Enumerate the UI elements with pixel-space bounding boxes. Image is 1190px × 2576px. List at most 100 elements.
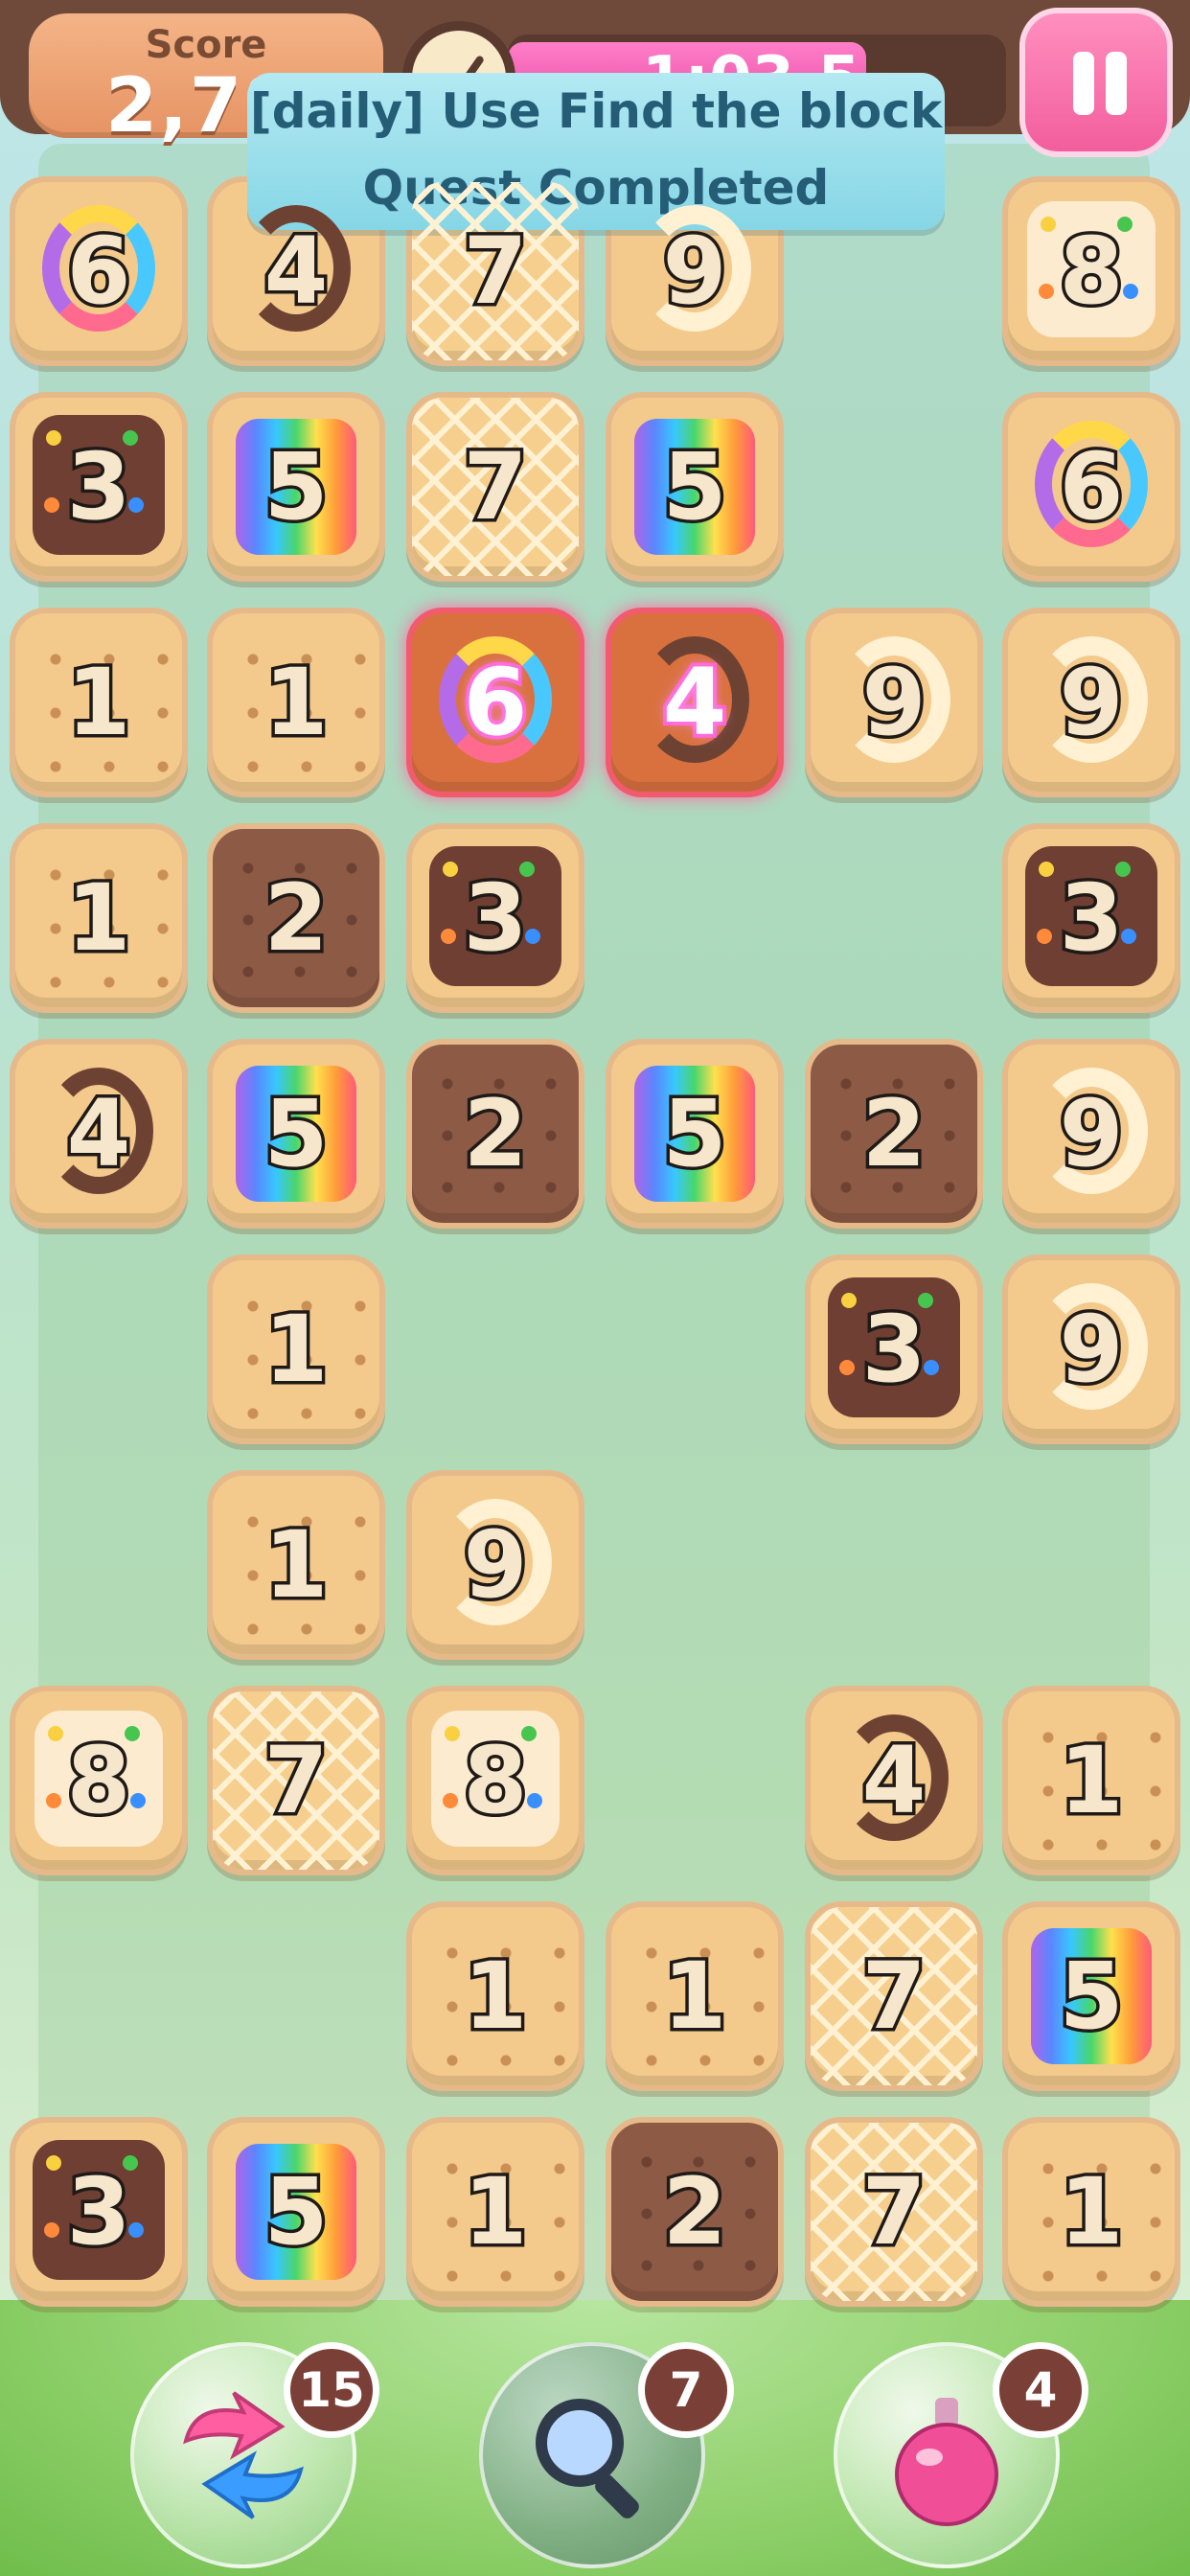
pause-icon-bar-left bbox=[1073, 52, 1094, 115]
tile-number: 1 bbox=[659, 1940, 730, 2054]
tile-number: 3 bbox=[460, 862, 531, 976]
tile-number: 7 bbox=[858, 2155, 929, 2269]
tile-swirl-cream[interactable]: 9 bbox=[1002, 608, 1180, 797]
tile-rainbow[interactable]: 5 bbox=[606, 392, 784, 582]
tile-choc[interactable]: 2 bbox=[406, 1039, 584, 1229]
pause-button[interactable] bbox=[1019, 8, 1173, 157]
tile-swirl-rainbow[interactable]: 6 bbox=[10, 176, 188, 366]
tile-waffle[interactable]: 7 bbox=[805, 2117, 983, 2307]
tile-number: 1 bbox=[261, 1508, 332, 1622]
tile-rainbow[interactable]: 5 bbox=[606, 1039, 784, 1229]
tile-number: 4 bbox=[261, 215, 332, 329]
tile-number: 1 bbox=[63, 646, 134, 760]
tile-number: 3 bbox=[63, 430, 134, 544]
tile-number: 7 bbox=[460, 430, 531, 544]
tile-cream[interactable]: 8 bbox=[1002, 176, 1180, 366]
tile-number: 9 bbox=[1056, 1293, 1127, 1407]
tile-number: 1 bbox=[261, 646, 332, 760]
tile-number: 8 bbox=[1056, 215, 1127, 329]
tile-rainbow[interactable]: 5 bbox=[1002, 1901, 1180, 2091]
tile-number: 9 bbox=[659, 215, 730, 329]
tile-cracker[interactable]: 1 bbox=[207, 608, 385, 797]
tile-swirl-cream[interactable]: 9 bbox=[406, 1470, 584, 1660]
tile-waffle[interactable]: 7 bbox=[207, 1686, 385, 1875]
tile-number: 7 bbox=[261, 1724, 332, 1838]
tile-cracker[interactable]: 1 bbox=[1002, 2117, 1180, 2307]
tile-rainbow[interactable]: 5 bbox=[207, 2117, 385, 2307]
game-board bbox=[38, 144, 1150, 2329]
tile-number: 4 bbox=[858, 1724, 929, 1838]
tile-number: 5 bbox=[261, 2155, 332, 2269]
tile-swirl-rainbow[interactable]: 6 bbox=[1002, 392, 1180, 582]
tile-choc[interactable]: 2 bbox=[606, 2117, 784, 2307]
tile-number: 1 bbox=[460, 1940, 531, 2054]
tile-rainbow[interactable]: 5 bbox=[207, 392, 385, 582]
tile-rainbow[interactable]: 5 bbox=[207, 1039, 385, 1229]
tile-choc[interactable]: 2 bbox=[805, 1039, 983, 1229]
tile-swirl-brown[interactable]: 4 bbox=[10, 1039, 188, 1229]
tile-number: 2 bbox=[858, 1077, 929, 1191]
tile-number: 2 bbox=[261, 862, 332, 976]
tile-number: 2 bbox=[659, 2155, 730, 2269]
tile-choc3[interactable]: 3 bbox=[1002, 823, 1180, 1013]
tile-swirl-brown-selected[interactable]: 4 bbox=[606, 608, 784, 797]
tile-number: 1 bbox=[63, 862, 134, 976]
tile-swirl-brown[interactable]: 4 bbox=[805, 1686, 983, 1875]
tile-number: 3 bbox=[1056, 862, 1127, 976]
tile-number: 9 bbox=[460, 1508, 531, 1622]
toast-line-1: [daily] Use Find the block bbox=[249, 83, 943, 139]
tile-number: 6 bbox=[460, 645, 532, 760]
tile-choc[interactable]: 2 bbox=[207, 823, 385, 1013]
tile-number: 9 bbox=[858, 646, 929, 760]
tile-swirl-cream[interactable]: 9 bbox=[805, 608, 983, 797]
tile-cracker[interactable]: 1 bbox=[207, 1470, 385, 1660]
tile-number: 2 bbox=[460, 1077, 531, 1191]
tile-cream[interactable]: 8 bbox=[406, 1686, 584, 1875]
tile-waffle[interactable]: 7 bbox=[406, 176, 584, 366]
tile-number: 6 bbox=[1056, 430, 1127, 544]
tile-swirl-rainbow-selected[interactable]: 6 bbox=[406, 608, 584, 797]
tile-choc3[interactable]: 3 bbox=[10, 2117, 188, 2307]
pause-icon-bar-right bbox=[1106, 52, 1127, 115]
toast-line-2: Quest Completed bbox=[362, 160, 830, 216]
tile-number: 1 bbox=[1056, 1724, 1127, 1838]
find-count-badge: 7 bbox=[638, 2342, 734, 2438]
tile-choc3[interactable]: 3 bbox=[805, 1254, 983, 1444]
tile-number: 5 bbox=[261, 430, 332, 544]
tile-choc3[interactable]: 3 bbox=[406, 823, 584, 1013]
tile-number: 9 bbox=[1056, 1077, 1127, 1191]
score-label: Score bbox=[145, 23, 267, 67]
tile-waffle[interactable]: 7 bbox=[406, 392, 584, 582]
tile-cracker[interactable]: 1 bbox=[1002, 1686, 1180, 1875]
tile-cream[interactable]: 8 bbox=[10, 1686, 188, 1875]
tile-cracker[interactable]: 1 bbox=[606, 1901, 784, 2091]
tile-number: 9 bbox=[1056, 646, 1127, 760]
tile-cracker[interactable]: 1 bbox=[406, 1901, 584, 2091]
quest-toast: [daily] Use Find the block Quest Complet… bbox=[247, 73, 945, 230]
tile-number: 5 bbox=[659, 430, 730, 544]
tile-number: 7 bbox=[460, 215, 531, 329]
tile-number: 5 bbox=[659, 1077, 730, 1191]
tile-cracker[interactable]: 1 bbox=[207, 1254, 385, 1444]
tile-cracker[interactable]: 1 bbox=[10, 608, 188, 797]
tile-number: 3 bbox=[858, 1293, 929, 1407]
tile-number: 6 bbox=[63, 215, 134, 329]
bomb-count-badge: 4 bbox=[993, 2342, 1088, 2438]
tile-number: 4 bbox=[659, 645, 731, 760]
tile-swirl-cream[interactable]: 9 bbox=[1002, 1039, 1180, 1229]
tile-number: 4 bbox=[63, 1077, 134, 1191]
tile-cracker[interactable]: 1 bbox=[406, 2117, 584, 2307]
tile-number: 8 bbox=[460, 1724, 531, 1838]
tile-cracker[interactable]: 1 bbox=[10, 823, 188, 1013]
tile-number: 1 bbox=[460, 2155, 531, 2269]
tile-waffle[interactable]: 7 bbox=[805, 1901, 983, 2091]
tile-number: 7 bbox=[858, 1940, 929, 2054]
tile-number: 5 bbox=[261, 1077, 332, 1191]
tile-number: 3 bbox=[63, 2155, 134, 2269]
tile-number: 1 bbox=[261, 1293, 332, 1407]
tile-choc3[interactable]: 3 bbox=[10, 392, 188, 582]
shuffle-count-badge: 15 bbox=[284, 2342, 379, 2438]
tile-number: 5 bbox=[1056, 1940, 1127, 2054]
tile-number: 8 bbox=[63, 1724, 134, 1838]
tile-swirl-cream[interactable]: 9 bbox=[1002, 1254, 1180, 1444]
